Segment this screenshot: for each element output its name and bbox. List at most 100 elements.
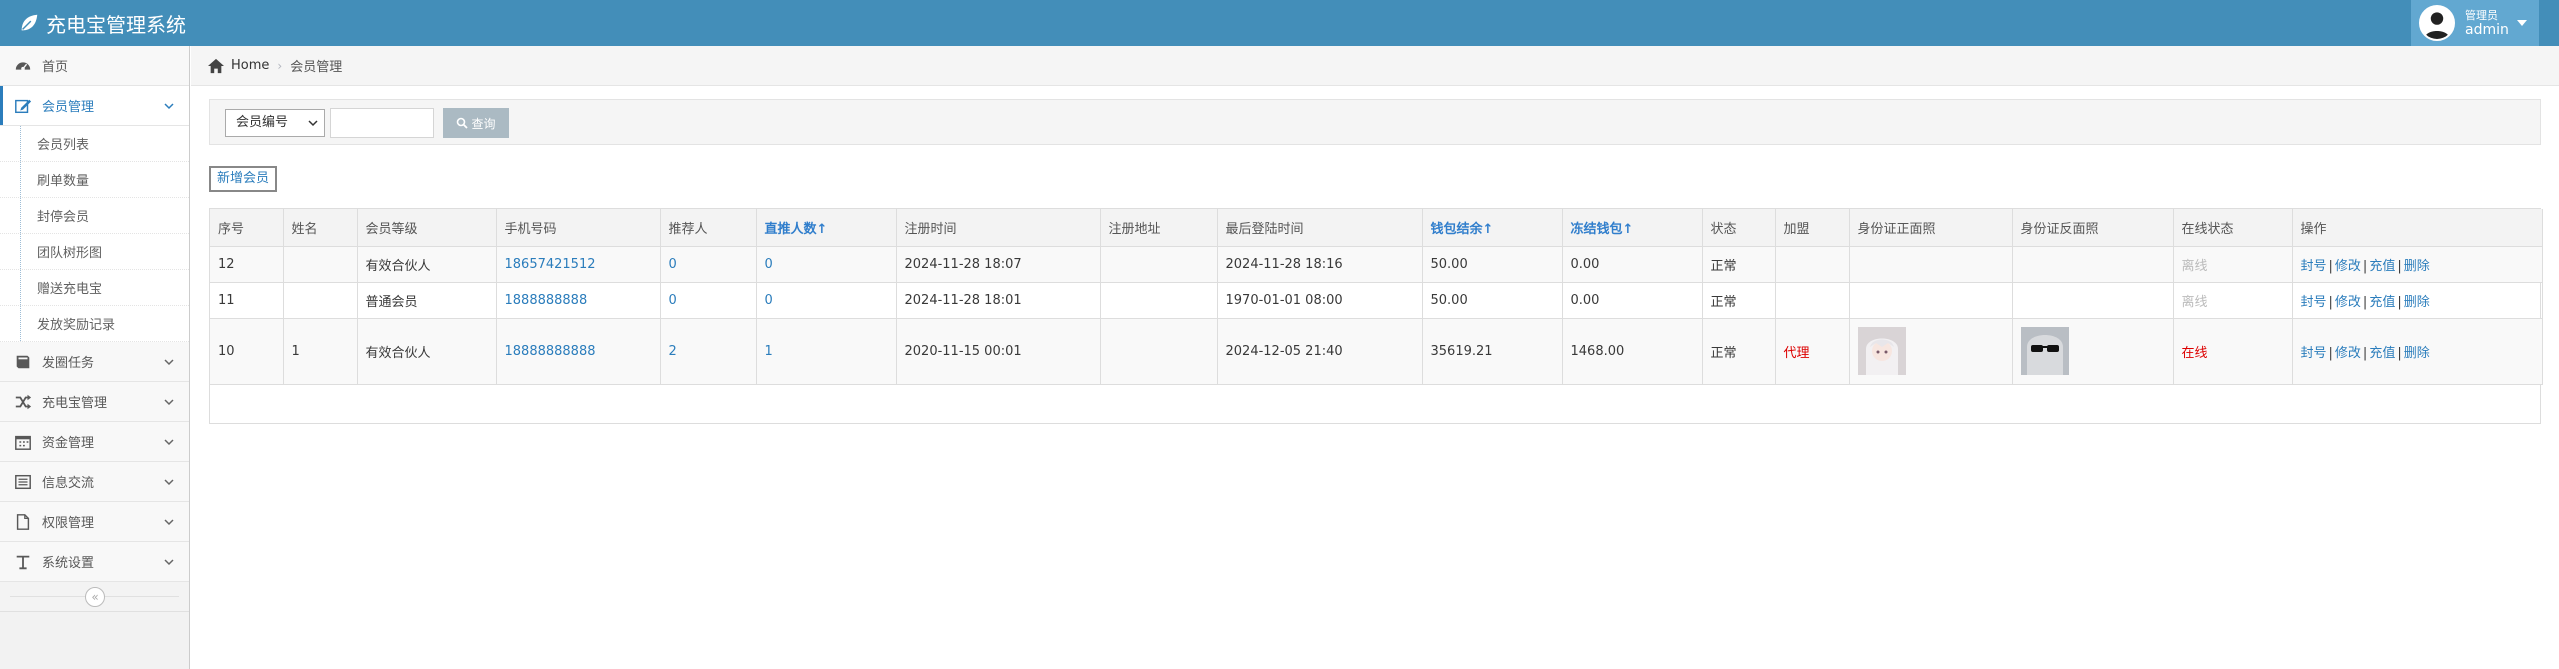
ban-link[interactable]: 封号 (2301, 295, 2327, 310)
cell-wallet: 50.00 (1422, 282, 1563, 319)
id-front-photo[interactable] (1857, 327, 1906, 375)
search-panel: 会员编号 查询 (209, 99, 2541, 145)
column-header-actions: 操作 (2292, 209, 2543, 247)
column-header-status: 状态 (1702, 209, 1776, 247)
avatar (2419, 5, 2455, 41)
sidebar-subitem-gift-powerbank[interactable]: 赠送充电宝 (0, 270, 189, 306)
chevron-down-icon (164, 399, 174, 406)
column-header-last-login: 最后登陆时间 (1217, 209, 1423, 247)
sidebar-subitem-team-tree[interactable]: 团队树形图 (0, 234, 189, 270)
edit-link[interactable]: 修改 (2335, 295, 2361, 310)
sidebar-subitem-banned-members[interactable]: 封停会员 (0, 198, 189, 234)
cell-reg-time: 2024-11-28 18:07 (896, 246, 1101, 283)
column-header-id-front: 身份证正面照 (1849, 209, 2013, 247)
app-title: 充电宝管理系统 (46, 12, 186, 37)
sidebar-subitem-order-count[interactable]: 刷单数量 (0, 162, 189, 198)
recharge-link[interactable]: 充值 (2369, 346, 2395, 361)
search-input[interactable] (330, 108, 434, 138)
cell-id: 12 (210, 246, 284, 283)
book-icon (16, 355, 30, 368)
sidebar-subitem-member-list[interactable]: 会员列表 (0, 126, 189, 162)
ban-link[interactable]: 封号 (2301, 346, 2327, 361)
breadcrumb-separator: › (277, 58, 283, 73)
chevron-down-icon (164, 439, 174, 446)
sidebar-subitem-reward-records[interactable]: 发放奖励记录 (0, 306, 189, 342)
cell-wallet: 35619.21 (1422, 318, 1563, 385)
cell-level: 普通会员 (357, 282, 497, 319)
cell-name (283, 246, 358, 283)
file-icon (16, 513, 30, 530)
recharge-link[interactable]: 充值 (2369, 295, 2395, 310)
cell-actions: 封号 | 修改 | 充值 | 删除 (2292, 246, 2543, 283)
breadcrumb-current: 会员管理 (290, 60, 343, 75)
breadcrumb: Home › 会员管理 (191, 46, 2559, 86)
column-header-direct-count[interactable]: 直推人数↑ (756, 209, 897, 247)
delete-link[interactable]: 删除 (2404, 346, 2430, 361)
edit-icon (15, 99, 32, 113)
search-field-select[interactable]: 会员编号 (225, 109, 325, 137)
column-header-frozen[interactable]: 冻结钱包↑ (1562, 209, 1703, 247)
add-member-button[interactable]: 新增会员 (209, 166, 278, 192)
cell-direct-count-link[interactable]: 0 (756, 246, 897, 283)
table-header-row: 序号 姓名 会员等级 手机号码 推荐人 直推人数↑ 注册时间 注册地址 最后登陆… (210, 209, 2543, 247)
chevron-down-icon (164, 359, 174, 366)
id-back-photo[interactable] (2020, 327, 2069, 375)
delete-link[interactable]: 删除 (2404, 259, 2430, 274)
column-header-id: 序号 (210, 209, 284, 247)
cell-direct-count-link[interactable]: 1 (756, 318, 897, 385)
search-button[interactable]: 查询 (443, 108, 509, 138)
cell-frozen: 0.00 (1562, 282, 1703, 319)
collapse-sidebar-button[interactable]: « (85, 587, 105, 607)
cell-name (283, 282, 358, 319)
cell-online-status: 离线 (2173, 246, 2293, 283)
cell-last-login: 1970-01-01 08:00 (1217, 282, 1423, 319)
chevron-down-icon (164, 559, 174, 566)
column-header-reg-time: 注册时间 (896, 209, 1101, 247)
edit-link[interactable]: 修改 (2335, 346, 2361, 361)
cell-referrer-link[interactable]: 0 (660, 246, 757, 283)
edit-link[interactable]: 修改 (2335, 259, 2361, 274)
cell-actions: 封号 | 修改 | 充值 | 删除 (2292, 318, 2543, 385)
delete-link[interactable]: 删除 (2404, 295, 2430, 310)
column-header-id-back: 身份证反面照 (2012, 209, 2174, 247)
shuffle-icon (15, 394, 32, 409)
cell-frozen: 1468.00 (1562, 318, 1703, 385)
cell-direct-count-link[interactable]: 0 (756, 282, 897, 319)
recharge-link[interactable]: 充值 (2369, 259, 2395, 274)
home-icon (208, 58, 224, 73)
cell-id: 11 (210, 282, 284, 319)
user-menu[interactable]: 管理员 admin (2411, 0, 2539, 46)
table-row: 11 普通会员 1888888888 0 0 2024-11-28 18:01 … (210, 282, 2543, 319)
column-header-level: 会员等级 (357, 209, 497, 247)
cell-id-back (2012, 282, 2174, 319)
chevron-down-icon (308, 120, 318, 127)
cell-phone-link[interactable]: 18657421512 (496, 246, 661, 283)
cell-level: 有效合伙人 (357, 246, 497, 283)
cell-referrer-link[interactable]: 2 (660, 318, 757, 385)
cell-franchise: 代理 (1775, 318, 1850, 385)
sidebar-item-powerbank[interactable]: 充电宝管理 (0, 382, 189, 422)
cell-phone-link[interactable]: 1888888888 (496, 282, 661, 319)
cell-status: 正常 (1702, 318, 1776, 385)
sidebar-collapse-bar: « (0, 582, 189, 612)
sidebar-item-settings[interactable]: 系统设置 (0, 542, 189, 582)
sidebar-item-permissions[interactable]: 权限管理 (0, 502, 189, 542)
brand[interactable]: 充电宝管理系统 (18, 9, 186, 37)
cell-wallet: 50.00 (1422, 246, 1563, 283)
sidebar-item-messages[interactable]: 信息交流 (0, 462, 189, 502)
sidebar-item-members[interactable]: 会员管理 (0, 86, 189, 126)
breadcrumb-home[interactable]: Home (231, 58, 269, 73)
user-role: 管理员 (2465, 9, 2498, 22)
cell-id-front (1849, 282, 2013, 319)
cell-id-back (2012, 318, 2174, 385)
cell-phone-link[interactable]: 18888888888 (496, 318, 661, 385)
cell-reg-address (1100, 246, 1218, 283)
cell-id: 10 (210, 318, 284, 385)
ban-link[interactable]: 封号 (2301, 259, 2327, 274)
dashboard-icon (15, 61, 31, 70)
cell-referrer-link[interactable]: 0 (660, 282, 757, 319)
sidebar-item-tasks[interactable]: 发圈任务 (0, 342, 189, 382)
sidebar-item-home[interactable]: 首页 (0, 46, 189, 86)
column-header-wallet[interactable]: 钱包结余↑ (1422, 209, 1563, 247)
sidebar-item-funds[interactable]: 资金管理 (0, 422, 189, 462)
